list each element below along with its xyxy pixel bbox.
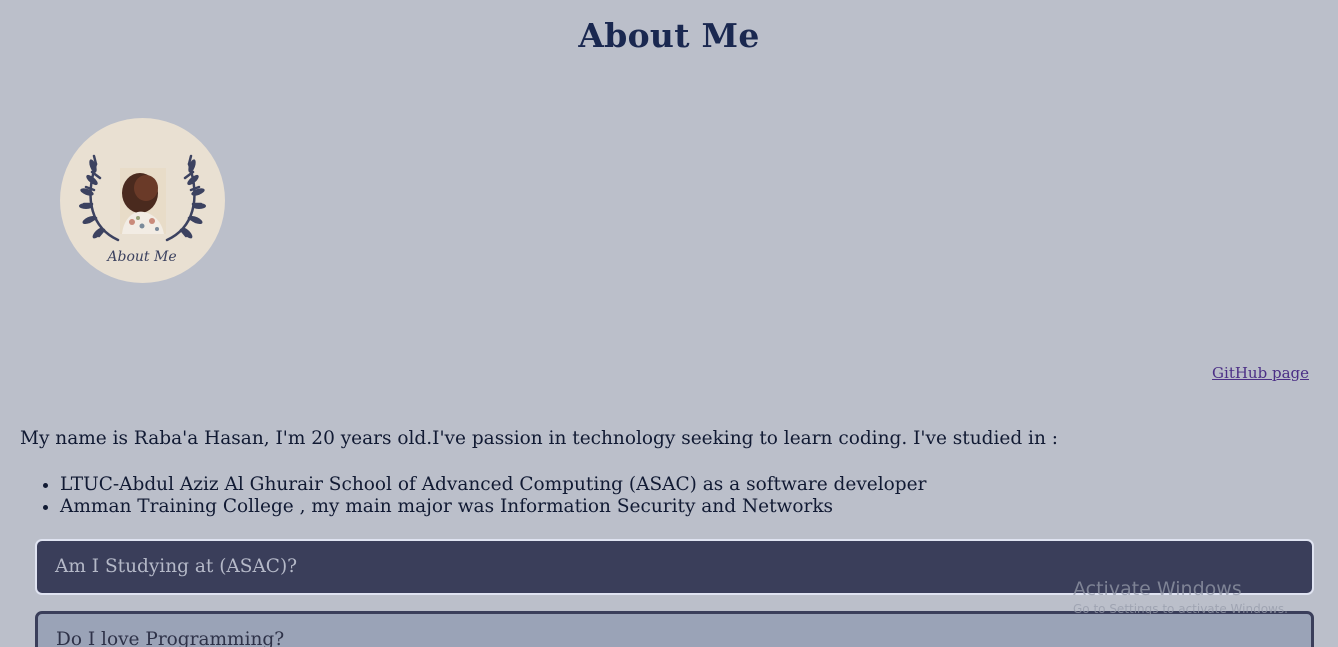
laurel-right-icon <box>165 154 203 242</box>
accordion-item-studying-at-asac[interactable]: Am I Studying at (ASAC)? <box>35 539 1314 595</box>
profile-avatar: About Me <box>60 118 225 283</box>
schools-list: LTUC-Abdul Aziz Al Ghurair School of Adv… <box>20 474 926 518</box>
intro-paragraph: My name is Raba'a Hasan, I'm 20 years ol… <box>20 428 1059 449</box>
page-title: About Me <box>578 16 760 55</box>
laurel-left-icon <box>82 154 120 242</box>
list-item: Amman Training College , my main major w… <box>60 496 926 518</box>
accordion-item-love-programming[interactable]: Do I love Programming? <box>35 611 1314 647</box>
profile-photo <box>120 168 166 234</box>
github-page-link[interactable]: GitHub page <box>1212 364 1309 382</box>
about-me-badge-image: About Me <box>79 154 206 265</box>
about-me-page: About Me About Me GitHub page My name is… <box>0 0 1338 647</box>
avatar-caption: About Me <box>105 249 176 265</box>
list-item: LTUC-Abdul Aziz Al Ghurair School of Adv… <box>60 474 926 496</box>
